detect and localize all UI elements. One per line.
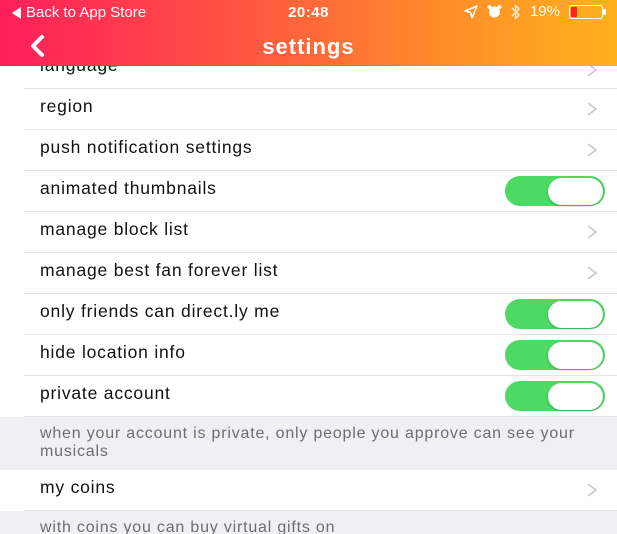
settings-row-manage-block-list[interactable]: manage block list [24,212,617,253]
private-account-toggle[interactable] [505,381,605,411]
settings-row-my-coins[interactable]: my coins [24,470,617,511]
settings-row-private-account: private account [24,376,617,417]
settings-row-label: push notification settings [40,137,253,157]
chevron-right-icon [587,143,598,157]
header: Back to App Store 20:48 19% settings [0,0,617,66]
settings-row-label: animated thumbnails [40,178,217,198]
chevron-right-icon [587,102,598,116]
nav-bar: settings [0,26,617,66]
battery-icon [569,4,606,19]
settings-row-label: hide location info [40,342,186,362]
settings-row-only-friends-can-directly-me: only friends can direct.ly me [24,294,617,335]
status-indicators: 19% [464,3,606,20]
hide-location-info-toggle[interactable] [505,340,605,370]
chevron-right-icon [587,225,598,239]
location-arrow-icon [464,4,478,19]
private-account-note: when your account is private, only peopl… [0,417,617,470]
alarm-icon [487,5,502,18]
settings-row-manage-best-fan-forever-list[interactable]: manage best fan forever list [24,253,617,294]
chevron-right-icon [587,483,598,497]
settings-row-label: private account [40,383,171,403]
settings-row-label: manage block list [40,219,189,239]
settings-list: language region push notification settin… [0,52,617,534]
settings-row-label: region [40,96,94,116]
animated-thumbnails-toggle[interactable] [505,176,605,206]
settings-row-hide-location-info: hide location info [24,335,617,376]
settings-row-region[interactable]: region [24,89,617,130]
status-bar: Back to App Store 20:48 19% [0,0,617,24]
settings-row-label: only friends can direct.ly me [40,301,281,321]
chevron-right-icon [587,266,598,280]
settings-row-label: manage best fan forever list [40,260,279,280]
coins-note: with coins you can buy virtual gifts on [0,511,617,534]
settings-row-animated-thumbnails: animated thumbnails [24,171,617,212]
settings-row-label: my coins [40,477,116,497]
only-friends-can-directly-me-toggle[interactable] [505,299,605,329]
battery-percent: 19% [529,3,560,20]
bluetooth-icon [511,3,520,20]
settings-row-push-notification-settings[interactable]: push notification settings [24,130,617,171]
page-title: settings [262,34,355,59]
